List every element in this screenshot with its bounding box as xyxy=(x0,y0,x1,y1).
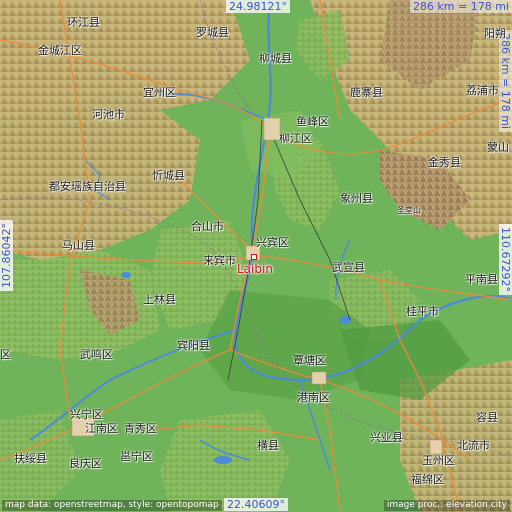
place-marker xyxy=(251,254,257,260)
map-label: 上林县 xyxy=(143,293,176,306)
map-label: 北流市 xyxy=(457,439,490,452)
map-label: 忻城县 xyxy=(152,169,185,182)
map-label: 河池市 xyxy=(92,108,125,121)
map-label: 柳江区 xyxy=(279,132,312,145)
map-label: 福绵区 xyxy=(411,473,444,486)
map-label: 兴宾区 xyxy=(256,236,289,249)
map-label: 环江县 xyxy=(67,16,100,29)
map-label: 兴宁区 xyxy=(70,408,103,421)
scale-top: 286 km = 178 mi xyxy=(409,0,512,13)
map-label: 平南县 xyxy=(465,273,498,286)
coord-right: 110.67292° xyxy=(499,224,512,295)
map-label: 金秀县 xyxy=(428,156,461,169)
map-label: 鱼峰区 xyxy=(296,115,329,128)
coord-bottom: 22.40609° xyxy=(224,498,288,511)
coord-left: 107.86042° xyxy=(0,220,13,291)
map-label: 马山县 xyxy=(62,239,95,252)
attribution-right: image proc.: elevation.city xyxy=(383,500,510,511)
map-label: 圣堂山 xyxy=(397,206,421,215)
map-label: 青秀区 xyxy=(124,422,157,435)
map-label: 阳朔 xyxy=(484,27,506,40)
map-label: 桂平市 xyxy=(406,305,439,318)
map-label: 武宣县 xyxy=(332,261,365,274)
map-label: 宜州区 xyxy=(143,86,176,99)
map-label: 宾阳县 xyxy=(177,339,210,352)
map-label: 来宾市 xyxy=(203,254,236,267)
map-label: 合山市 xyxy=(191,220,224,233)
place-label: Laibin xyxy=(237,262,273,276)
map-label: 都安瑶族自治县 xyxy=(49,180,126,193)
map-label: 区 xyxy=(0,348,11,361)
map-label: 邕宁区 xyxy=(120,450,153,463)
map-label: 容县 xyxy=(476,411,498,424)
attribution-left: map data: openstreetmap, style: opentopo… xyxy=(2,500,222,511)
map-label: 金城江区 xyxy=(38,44,82,57)
map-label: 蒙山 xyxy=(487,141,509,154)
map-label: 玉州区 xyxy=(422,454,455,467)
coord-top: 24.98121° xyxy=(226,0,290,13)
map-view[interactable]: 24.98121° 22.40609° 107.86042° 110.67292… xyxy=(0,0,512,512)
map-label: 鹿寨县 xyxy=(350,86,383,99)
map-label: 罗城县 xyxy=(196,26,229,39)
map-label: 覃塘区 xyxy=(293,354,326,367)
map-label: 柳城县 xyxy=(259,52,292,65)
map-label: 象州县 xyxy=(340,192,373,205)
map-label: 横县 xyxy=(257,439,279,452)
map-label: 江南区 xyxy=(85,422,118,435)
map-label: 良庆区 xyxy=(69,457,102,470)
map-label: 港南区 xyxy=(297,391,330,404)
map-label: 荔浦市 xyxy=(466,84,499,97)
map-label: 兴业县 xyxy=(370,431,403,444)
scale-right: 286 km = 178 mi xyxy=(499,30,512,133)
map-label: 扶绥县 xyxy=(14,452,47,465)
map-label: 武鸣区 xyxy=(80,348,113,361)
